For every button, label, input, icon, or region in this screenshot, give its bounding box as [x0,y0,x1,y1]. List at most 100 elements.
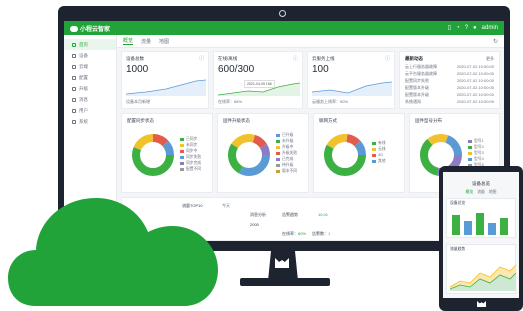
stat-foot: 云服务上线率：90% [312,99,349,104]
chart-tooltip: 2021-04-05 166 [244,80,275,88]
sidebar-item-user[interactable]: 用户 [64,105,116,116]
phone-tab-bar: 概览 流量 地图 [443,190,519,195]
home-icon [72,42,76,47]
list-item[interactable]: 系统通知 2020-07-02 10:00:00 [405,99,494,107]
legend-label: 待升级 [282,163,294,167]
chart-legend: 有线 无线 4G 其他 [372,140,386,164]
phone-tab-traffic[interactable]: 流量 [477,190,485,195]
stat-card-cloud-online: 云服务上线 ⓘ 100 云服务上线率：90% [307,51,395,109]
news-more-link[interactable]: 更多 [486,56,494,62]
stat-foot: 在线率：68% [218,99,243,104]
sidebar-item-label: 用户 [79,107,88,113]
sidebar-item-cloud[interactable]: 云端 [64,61,116,72]
top10-select[interactable]: 今天 [222,203,230,209]
sidebar-item-label: 配置 [79,74,88,80]
info-icon[interactable]: ⓘ [199,55,204,62]
sparkline-chart [312,81,392,96]
legend-label: 其他 [378,159,386,163]
legend-label: 型号2 [474,145,484,149]
stat-card-online-offline: 在线/离线 ⓘ 600/300 2021-04-05 166 在线率：68% [213,51,303,109]
sidebar-item-device[interactable]: 设备 [64,50,116,61]
user-name[interactable]: admin [482,25,498,31]
legend-label: 4G [378,153,384,157]
phone-frame: 设备总览 概览 流量 地图 设备总览 流量趋势 [439,166,523,311]
legend-label: 型号3 [474,151,484,155]
legend-label: 配置不同 [186,167,202,171]
stat-title: 设备总数 [126,56,144,61]
brand-logo[interactable]: 小程云智家 [70,24,110,33]
stat-value: 600/300 [218,64,255,75]
card-title: 固件型号分布 [415,118,442,123]
sidebar-item-system[interactable]: 系统 [64,116,116,127]
news-title: 最新动态 [405,56,423,61]
sidebar-item-home[interactable]: 首页 [64,39,116,50]
phone-brand-mark-icon [477,301,486,307]
bell-icon[interactable]: ◔ [456,25,460,31]
tab-bar: 概览 流量 地图 [117,35,504,48]
stat-card-device-total: 设备总数 ⓘ 1000 设备本月新增 [121,51,209,109]
news-card: 最新动态 更多 云上行服务器故障 2020-07-02 10:00:00 云平台服… [399,51,500,109]
legend-label: 已同步 [186,137,198,141]
phone-tab-map[interactable]: 地图 [489,190,497,195]
phone-title: 设备总览 [472,181,490,186]
legend-label: 已升级 [282,133,294,137]
phone-section-title: 流量趋势 [450,247,466,251]
topbar-actions: ▯ ◔ ? ● admin [448,24,498,32]
app-topbar: 小程云智家 ▯ ◔ ? ● admin [64,21,504,35]
donut-chart [132,134,174,176]
user-icon [72,108,76,113]
cloud-illustration [8,198,218,306]
cloud-icon [72,64,76,69]
sidebar-item-label: 设备 [79,52,88,58]
chart-legend: 已升级 未升级 升级中 升级失败 已完成 待升级 版本不同 [276,132,297,174]
info-icon[interactable]: ⓘ [293,55,298,62]
legend-label: 同步失败 [186,155,202,159]
system-icon [72,119,76,124]
upgrade-icon [72,86,76,91]
sidebar-item-settings[interactable]: 配置 [64,72,116,83]
settings-icon [72,75,76,80]
news-time: 2020-07-02 10:00:00 [456,99,494,104]
tab-overview[interactable]: 概览 [123,37,134,45]
message-icon [72,97,76,102]
legend-label: 无线 [378,147,386,151]
tab-traffic[interactable]: 流量 [141,38,151,45]
news-text: 系统通知 [405,99,421,104]
rate-label: 告警趋势 [282,212,298,217]
stat-title: 在线/离线 [218,56,238,61]
donut-chart [228,134,270,176]
chart-legend: 型号1 型号2 型号3 型号4 型号5 [468,138,484,168]
legend-label: 未同步 [186,143,198,147]
alarm-value: 1 [328,231,331,236]
sidebar-item-label: 升级 [79,85,88,91]
sidebar-item-message[interactable]: 消息 [64,94,116,105]
phone-bar-chart [452,213,508,235]
sidebar-item-upgrade[interactable]: 升级 [64,83,116,94]
phone-section-title: 设备总览 [450,201,466,205]
donut-card-config-sync: 配置同步状态 已同步 未同步 同步中 同步失败 同步完成 配置不同 [121,113,213,193]
device-icon [72,53,76,58]
legend-label: 升级中 [282,145,294,149]
phone-tab-overview[interactable]: 概览 [466,190,474,195]
online-value: 60% [298,231,307,236]
cloud-logo-icon [70,25,78,32]
alarm-label: 告警数： [312,231,328,236]
tab-map[interactable]: 地图 [159,38,169,45]
legend-label: 型号1 [474,139,484,143]
stat-foot: 设备本月新增 [126,99,150,104]
stat-value: 100 [312,64,329,75]
refresh-icon[interactable]: ↻ [493,38,498,45]
count-label: 消息分析 [250,212,266,217]
legend-label: 版本不同 [282,169,298,173]
mobile-icon[interactable]: ▯ [448,24,451,31]
info-icon[interactable]: ⓘ [385,55,390,62]
sparkline-chart [126,79,206,96]
legend-label: 有线 [378,141,386,145]
user-avatar-icon[interactable]: ● [473,25,477,31]
stat-title: 云服务上线 [312,56,335,61]
count-value: 2000 [250,222,259,227]
online-label: 在线率： [282,231,298,236]
help-icon[interactable]: ? [465,25,468,31]
phone-card-overview: 设备总览 [446,198,516,238]
rate-value: 10.01 [318,212,329,217]
